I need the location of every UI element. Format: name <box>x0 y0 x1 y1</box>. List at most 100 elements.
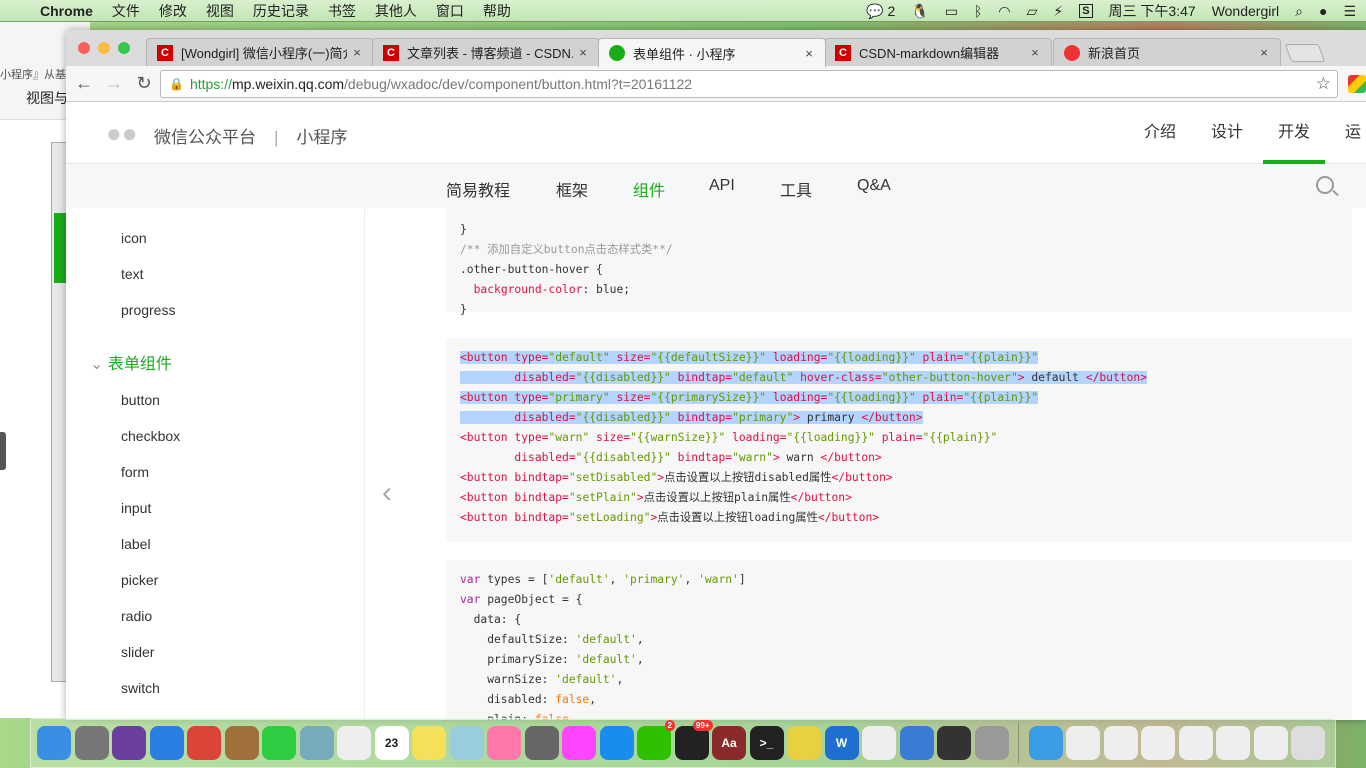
dock-xcode-icon[interactable] <box>899 726 934 760</box>
back-icon[interactable]: ← <box>72 73 96 94</box>
code-line[interactable]: data: { <box>460 610 1338 630</box>
code-line[interactable]: var types = ['default', 'primary', 'warn… <box>460 570 1338 590</box>
sidebar-item-slider[interactable]: slider <box>121 644 154 660</box>
code-line[interactable]: <button type="default" size="{{defaultSi… <box>460 348 1338 368</box>
code-line[interactable]: var pageObject = { <box>460 590 1338 610</box>
bluetooth-icon[interactable]: ᛒ <box>974 3 982 19</box>
code-line[interactable]: primarySize: 'default', <box>460 650 1338 670</box>
sidebar-item-picker[interactable]: picker <box>121 572 158 588</box>
code-line[interactable]: <button bindtap="setLoading">点击设置以上按钮loa… <box>460 508 1338 528</box>
brand[interactable]: 微信公众平台 | 小程序 <box>154 123 347 148</box>
dock-window-thumb-1-icon[interactable] <box>1066 726 1100 760</box>
qq-icon[interactable]: 🐧 <box>911 3 928 20</box>
zoom-window-button[interactable] <box>118 42 130 54</box>
tab[interactable]: C 文章列表 - 博客频道 - CSDN.NET× <box>372 38 600 66</box>
dock-app-store-icon[interactable] <box>599 726 634 760</box>
dock-window-thumb-5-icon[interactable] <box>1216 726 1250 760</box>
code-line[interactable]: .other-button-hover { <box>460 260 1338 280</box>
subnav-framework[interactable]: 框架 <box>556 177 588 201</box>
dock-terminal-icon[interactable]: >_ <box>749 726 784 760</box>
dock-mail-icon[interactable] <box>299 726 334 760</box>
dock-window-thumb-6-icon[interactable] <box>1253 726 1288 760</box>
clock[interactable]: 周三 下午3:47 <box>1109 1 1196 21</box>
dock-dictionary-icon[interactable]: Aa <box>712 726 746 760</box>
menu-item[interactable]: 其他人 <box>375 1 417 21</box>
dock-finder-icon[interactable] <box>37 726 71 760</box>
dock-launchpad-icon[interactable] <box>74 726 109 760</box>
forward-icon[interactable]: → <box>102 73 126 94</box>
dock-window-thumb-2-icon[interactable] <box>1103 726 1138 760</box>
notification-center-icon[interactable]: ☰ <box>1343 3 1356 20</box>
search-icon[interactable] <box>1316 176 1334 194</box>
subnav-tools[interactable]: 工具 <box>780 177 812 201</box>
dock-reminders-icon[interactable] <box>337 726 371 760</box>
menu-item[interactable]: 窗口 <box>436 1 464 21</box>
address-bar[interactable]: 🔒 https://mp.weixin.qq.com/debug/wxadoc/… <box>160 70 1338 98</box>
new-tab-button[interactable] <box>1284 44 1326 62</box>
subnav-api[interactable]: API <box>709 177 735 195</box>
code-line[interactable]: disabled="{{disabled}}" bindtap="primary… <box>460 408 1338 428</box>
close-window-button[interactable] <box>78 42 90 54</box>
s-app-icon[interactable]: S <box>1079 4 1093 18</box>
minimize-window-button[interactable] <box>98 42 110 54</box>
dock-system-preferences-icon[interactable] <box>524 726 559 760</box>
code-line[interactable]: /** 添加自定义button点击态样式类**/ <box>460 240 1338 260</box>
dock-calendar-icon[interactable]: 23 <box>374 726 409 760</box>
code-line[interactable]: disabled: false, <box>460 690 1338 710</box>
dock-siri-icon[interactable] <box>112 726 146 760</box>
menu-item[interactable]: 书签 <box>328 1 356 21</box>
dock-qq-icon[interactable]: 99+ <box>674 720 713 760</box>
user-name[interactable]: Wondergirl <box>1212 3 1279 19</box>
topnav-intro[interactable]: 介绍 <box>1144 102 1176 164</box>
display-icon[interactable]: ▭ <box>945 3 958 20</box>
sidebar-item-input[interactable]: input <box>121 500 151 516</box>
dock-itunes-icon[interactable] <box>562 726 596 760</box>
dock-window-thumb-4-icon[interactable] <box>1178 726 1213 760</box>
code-line[interactable]: <button bindtap="setDisabled">点击设置以上按钮di… <box>460 468 1338 488</box>
spotlight-icon[interactable]: ⌕ <box>1295 3 1303 20</box>
code-line[interactable]: } <box>460 220 1338 240</box>
sidebar-item-switch[interactable]: switch <box>121 680 160 696</box>
dock-keyboard-icon[interactable] <box>974 726 1009 760</box>
wifi-icon[interactable]: ◠ <box>998 3 1010 20</box>
code-line[interactable]: } <box>460 300 1338 320</box>
dock-maps-icon[interactable] <box>449 726 484 760</box>
sidebar-item-text[interactable]: text <box>121 266 144 282</box>
code-line[interactable]: defaultSize: 'default', <box>460 630 1338 650</box>
menu-item[interactable]: 历史记录 <box>253 1 309 21</box>
sidebar-item-form[interactable]: form <box>121 464 149 480</box>
siri-icon[interactable]: ● <box>1319 3 1327 19</box>
code-line[interactable]: <button bindtap="setPlain">点击设置以上按钮plain… <box>460 488 1338 508</box>
extension-icon[interactable] <box>1348 75 1366 93</box>
sidebar-item-label[interactable]: label <box>121 536 151 552</box>
sidebar-item-button[interactable]: button <box>121 392 160 408</box>
dock-trash-icon[interactable] <box>1291 726 1325 760</box>
bookmark-star-icon[interactable]: ☆ <box>1316 74 1331 94</box>
menu-app-name[interactable]: Chrome <box>40 3 93 19</box>
reload-icon[interactable]: ↻ <box>132 73 156 94</box>
side-handle[interactable] <box>0 432 6 470</box>
dock-chrome-icon[interactable] <box>187 726 221 760</box>
dock-contacts-icon[interactable] <box>224 726 259 760</box>
subnav-tutorial[interactable]: 简易教程 <box>446 177 510 201</box>
subnav-qa[interactable]: Q&A <box>857 177 891 195</box>
tab[interactable]: C [Wondgirl] 微信小程序(一)简介 × <box>146 38 374 66</box>
topnav-operate[interactable]: 运营 <box>1345 102 1366 203</box>
code-line[interactable]: disabled="{{disabled}}" bindtap="default… <box>460 368 1338 388</box>
close-tab-icon[interactable]: × <box>1025 45 1045 60</box>
sidebar-item-radio[interactable]: radio <box>121 608 152 624</box>
dock-facetime-icon[interactable] <box>262 726 296 760</box>
previous-page-icon[interactable]: ‹ <box>382 476 392 510</box>
battery-icon[interactable]: ⚡ <box>1053 3 1063 20</box>
close-tab-icon[interactable]: × <box>347 45 367 60</box>
tab[interactable]: C CSDN-markdown编辑器 × <box>824 38 1052 66</box>
tab[interactable]: 新浪首页 × <box>1053 38 1281 66</box>
dock-word-icon[interactable]: W <box>824 726 859 760</box>
dock-textedit-icon[interactable] <box>862 726 896 760</box>
tab[interactable]: 表单组件 · 小程序 × <box>598 38 826 67</box>
close-tab-icon[interactable]: × <box>573 45 593 60</box>
wechat-status-icon[interactable]: 💬 2 <box>866 3 895 20</box>
code-line[interactable]: background-color: blue; <box>460 280 1338 300</box>
code-line[interactable]: <button type="warn" size="{{warnSize}}" … <box>460 428 1338 448</box>
dock-wechat-icon[interactable]: 2 <box>637 720 675 760</box>
